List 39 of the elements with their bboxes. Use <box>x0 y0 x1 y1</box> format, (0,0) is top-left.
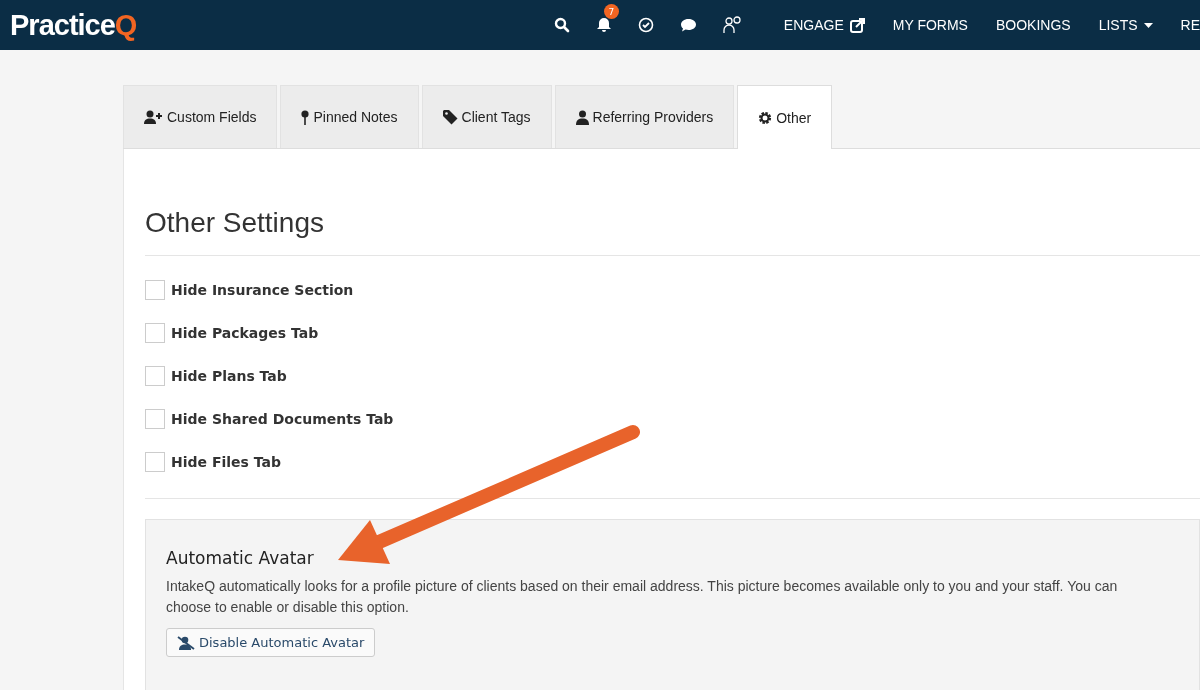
chat-bubble-icon[interactable] <box>679 17 697 33</box>
tab[interactable]: Client Tags <box>421 85 552 148</box>
nav-link[interactable]: RE <box>1180 17 1200 33</box>
checkbox[interactable] <box>145 452 165 472</box>
search-icon[interactable] <box>553 17 570 33</box>
nav-link[interactable]: LISTS <box>1098 17 1153 33</box>
tab[interactable]: Custom Fields <box>123 85 278 148</box>
section-heading: Automatic Avatar <box>166 548 315 568</box>
checkbox[interactable] <box>145 323 165 343</box>
nav-link[interactable]: BOOKINGS <box>995 17 1071 33</box>
checkbox[interactable] <box>145 366 165 386</box>
tab[interactable]: Other <box>737 85 833 149</box>
tab[interactable]: Pinned Notes <box>280 85 419 148</box>
disable-avatar-button[interactable]: Disable Automatic Avatar <box>166 628 376 657</box>
pin-icon <box>301 109 310 125</box>
user-plus-icon <box>144 110 163 124</box>
notification-badge: 7 <box>603 4 619 19</box>
tag-icon <box>442 109 458 125</box>
checkbox[interactable] <box>145 280 165 300</box>
checkbox-label: Hide Files Tab <box>171 454 281 470</box>
gear-icon <box>758 110 773 125</box>
user-icon <box>575 109 589 125</box>
checkbox[interactable] <box>145 409 165 429</box>
people-icon[interactable] <box>722 16 743 34</box>
nav-link[interactable]: MY FORMS <box>892 17 968 33</box>
bell-icon[interactable] <box>595 17 612 33</box>
checkbox-label: Hide Plans Tab <box>171 368 287 384</box>
tab[interactable]: Referring Providers <box>554 85 735 148</box>
external-link-icon <box>849 17 865 33</box>
checkbox-label: Hide Insurance Section <box>171 282 354 298</box>
description-text: IntakeQ automatically looks for a profile picture of clients based on their email address. This picture becomes available only to you and your staff. You can choose to enable or disable this option. <box>166 577 1119 617</box>
caret-icon <box>1143 22 1153 28</box>
nav-link[interactable]: ENGAGE <box>783 17 865 33</box>
user-slash-icon <box>177 635 195 650</box>
checkbox-label: Hide Shared Documents Tab <box>171 411 394 427</box>
brand-logo[interactable]: PracticeQ <box>10 8 137 42</box>
checkbox-label: Hide Packages Tab <box>171 325 319 341</box>
check-circle-icon[interactable] <box>637 17 654 33</box>
page-heading: Other Settings <box>145 207 1200 256</box>
